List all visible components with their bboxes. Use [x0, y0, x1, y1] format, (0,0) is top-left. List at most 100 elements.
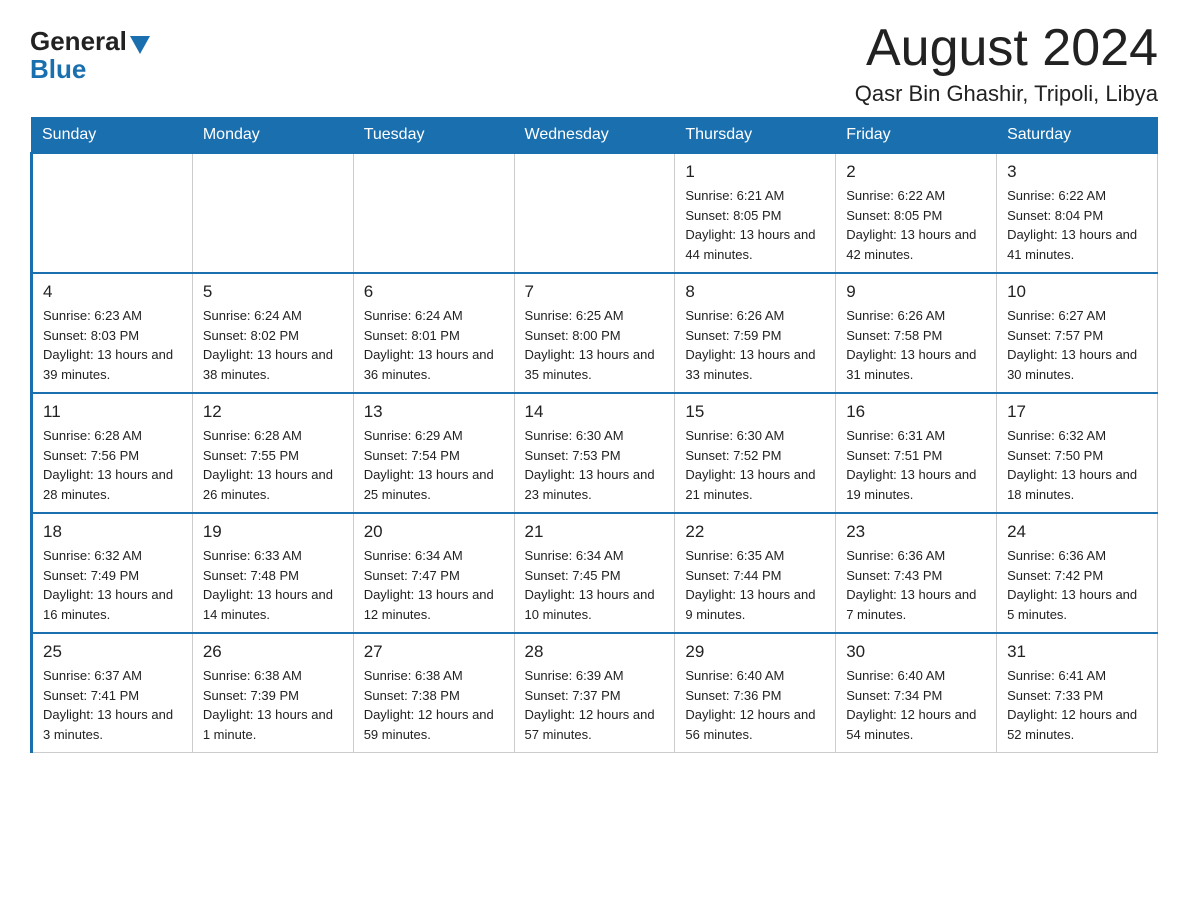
- day-info: Sunrise: 6:36 AMSunset: 7:43 PMDaylight:…: [846, 546, 986, 624]
- day-number: 16: [846, 402, 986, 422]
- calendar-day-6: 6Sunrise: 6:24 AMSunset: 8:01 PMDaylight…: [353, 273, 514, 393]
- day-number: 31: [1007, 642, 1147, 662]
- column-header-monday: Monday: [192, 118, 353, 154]
- calendar-table: SundayMondayTuesdayWednesdayThursdayFrid…: [30, 117, 1158, 753]
- day-number: 3: [1007, 162, 1147, 182]
- calendar-day-31: 31Sunrise: 6:41 AMSunset: 7:33 PMDayligh…: [997, 633, 1158, 753]
- day-number: 8: [685, 282, 825, 302]
- day-number: 1: [685, 162, 825, 182]
- calendar-day-17: 17 Sunrise: 6:32 AMSunset: 7:50 PMDayligh…: [997, 393, 1158, 513]
- day-info: Sunrise: 6:37 AMSunset: 7:41 PMDaylight:…: [43, 666, 182, 744]
- day-info: Sunrise: 6:24 AMSunset: 8:02 PMDaylight:…: [203, 306, 343, 384]
- calendar-week-row: 4 Sunrise: 6:23 AMSunset: 8:03 PMDaylight…: [32, 273, 1158, 393]
- column-header-wednesday: Wednesday: [514, 118, 675, 154]
- day-number: 21: [525, 522, 665, 542]
- calendar-day-14: 14Sunrise: 6:30 AMSunset: 7:53 PMDayligh…: [514, 393, 675, 513]
- day-info: Sunrise: 6:40 AMSunset: 7:36 PMDaylight:…: [685, 666, 825, 744]
- calendar-day-25: 25Sunrise: 6:37 AMSunset: 7:41 PMDayligh…: [32, 633, 193, 753]
- day-info: Sunrise: 6:26 AMSunset: 7:59 PMDaylight:…: [685, 306, 825, 384]
- calendar-day-18: 18 Sunrise: 6:32 AMSunset: 7:49 PMDayligh…: [32, 513, 193, 633]
- day-number: 12: [203, 402, 343, 422]
- day-info: Sunrise: 6:35 AMSunset: 7:44 PMDaylight:…: [685, 546, 825, 624]
- calendar-day-27: 27Sunrise: 6:38 AMSunset: 7:38 PMDayligh…: [353, 633, 514, 753]
- day-number: 15: [685, 402, 825, 422]
- calendar-day-1: 1 Sunrise: 6:21 AMSunset: 8:05 PMDaylight…: [675, 153, 836, 273]
- calendar-week-row: 1 Sunrise: 6:21 AMSunset: 8:05 PMDaylight…: [32, 153, 1158, 273]
- day-info: Sunrise: 6:31 AMSunset: 7:51 PMDaylight:…: [846, 426, 986, 504]
- day-info: Sunrise: 6:32 AMSunset: 7:49 PMDaylight:…: [43, 546, 182, 624]
- calendar-empty-cell: [32, 153, 193, 273]
- day-number: 6: [364, 282, 504, 302]
- calendar-header-row: SundayMondayTuesdayWednesdayThursdayFrid…: [32, 118, 1158, 154]
- day-number: 26: [203, 642, 343, 662]
- calendar-day-29: 29 Sunrise: 6:40 AMSunset: 7:36 PMDayligh…: [675, 633, 836, 753]
- day-info: Sunrise: 6:26 AMSunset: 7:58 PMDaylight:…: [846, 306, 986, 384]
- day-info: Sunrise: 6:40 AMSunset: 7:34 PMDaylight:…: [846, 666, 986, 744]
- calendar-day-3: 3Sunrise: 6:22 AMSunset: 8:04 PMDaylight…: [997, 153, 1158, 273]
- day-number: 14: [525, 402, 665, 422]
- day-number: 22: [685, 522, 825, 542]
- day-number: 10: [1007, 282, 1147, 302]
- day-info: Sunrise: 6:27 AMSunset: 7:57 PMDaylight:…: [1007, 306, 1147, 384]
- calendar-day-7: 7Sunrise: 6:25 AMSunset: 8:00 PMDaylight…: [514, 273, 675, 393]
- calendar-empty-cell: [353, 153, 514, 273]
- calendar-empty-cell: [514, 153, 675, 273]
- day-number: 20: [364, 522, 504, 542]
- day-number: 5: [203, 282, 343, 302]
- column-header-sunday: Sunday: [32, 118, 193, 154]
- day-info: Sunrise: 6:22 AMSunset: 8:05 PMDaylight:…: [846, 186, 986, 264]
- location-title: Qasr Bin Ghashir, Tripoli, Libya: [855, 81, 1158, 107]
- calendar-day-13: 13Sunrise: 6:29 AMSunset: 7:54 PMDayligh…: [353, 393, 514, 513]
- column-header-friday: Friday: [836, 118, 997, 154]
- calendar-empty-cell: [192, 153, 353, 273]
- calendar-day-28: 28Sunrise: 6:39 AMSunset: 7:37 PMDayligh…: [514, 633, 675, 753]
- page-header: General Blue August 2024 Qasr Bin Ghashi…: [30, 20, 1158, 107]
- calendar-day-4: 4 Sunrise: 6:23 AMSunset: 8:03 PMDaylight…: [32, 273, 193, 393]
- calendar-day-12: 12 Sunrise: 6:28 AMSunset: 7:55 PMDayligh…: [192, 393, 353, 513]
- day-info: Sunrise: 6:21 AMSunset: 8:05 PMDaylight:…: [685, 186, 825, 264]
- day-number: 7: [525, 282, 665, 302]
- logo-general: General: [30, 28, 127, 54]
- calendar-day-9: 9 Sunrise: 6:26 AMSunset: 7:58 PMDaylight…: [836, 273, 997, 393]
- day-number: 29: [685, 642, 825, 662]
- day-info: Sunrise: 6:30 AMSunset: 7:52 PMDaylight:…: [685, 426, 825, 504]
- calendar-week-row: 18 Sunrise: 6:32 AMSunset: 7:49 PMDayligh…: [32, 513, 1158, 633]
- day-info: Sunrise: 6:36 AMSunset: 7:42 PMDaylight:…: [1007, 546, 1147, 624]
- day-number: 9: [846, 282, 986, 302]
- logo-triangle-icon: [130, 36, 150, 54]
- day-number: 23: [846, 522, 986, 542]
- calendar-day-24: 24Sunrise: 6:36 AMSunset: 7:42 PMDayligh…: [997, 513, 1158, 633]
- calendar-day-23: 23 Sunrise: 6:36 AMSunset: 7:43 PMDayligh…: [836, 513, 997, 633]
- calendar-day-2: 2Sunrise: 6:22 AMSunset: 8:05 PMDaylight…: [836, 153, 997, 273]
- day-number: 17: [1007, 402, 1147, 422]
- day-info: Sunrise: 6:34 AMSunset: 7:45 PMDaylight:…: [525, 546, 665, 624]
- calendar-day-21: 21 Sunrise: 6:34 AMSunset: 7:45 PMDayligh…: [514, 513, 675, 633]
- day-number: 19: [203, 522, 343, 542]
- day-number: 28: [525, 642, 665, 662]
- logo-blue: Blue: [30, 54, 86, 84]
- title-section: August 2024 Qasr Bin Ghashir, Tripoli, L…: [855, 20, 1158, 107]
- day-number: 18: [43, 522, 182, 542]
- day-info: Sunrise: 6:38 AMSunset: 7:38 PMDaylight:…: [364, 666, 504, 744]
- column-header-thursday: Thursday: [675, 118, 836, 154]
- calendar-day-30: 30 Sunrise: 6:40 AMSunset: 7:34 PMDayligh…: [836, 633, 997, 753]
- day-info: Sunrise: 6:38 AMSunset: 7:39 PMDaylight:…: [203, 666, 343, 744]
- logo: General Blue: [30, 28, 150, 83]
- calendar-day-22: 22 Sunrise: 6:35 AMSunset: 7:44 PMDayligh…: [675, 513, 836, 633]
- day-number: 13: [364, 402, 504, 422]
- calendar-day-10: 10 Sunrise: 6:27 AMSunset: 7:57 PMDayligh…: [997, 273, 1158, 393]
- day-info: Sunrise: 6:32 AMSunset: 7:50 PMDaylight:…: [1007, 426, 1147, 504]
- calendar-week-row: 25Sunrise: 6:37 AMSunset: 7:41 PMDayligh…: [32, 633, 1158, 753]
- day-number: 30: [846, 642, 986, 662]
- day-info: Sunrise: 6:33 AMSunset: 7:48 PMDaylight:…: [203, 546, 343, 624]
- calendar-day-19: 19 Sunrise: 6:33 AMSunset: 7:48 PMDayligh…: [192, 513, 353, 633]
- day-number: 11: [43, 402, 182, 422]
- day-info: Sunrise: 6:23 AMSunset: 8:03 PMDaylight:…: [43, 306, 182, 384]
- calendar-week-row: 11 Sunrise: 6:28 AMSunset: 7:56 PMDayligh…: [32, 393, 1158, 513]
- day-info: Sunrise: 6:28 AMSunset: 7:55 PMDaylight:…: [203, 426, 343, 504]
- calendar-day-16: 16 Sunrise: 6:31 AMSunset: 7:51 PMDayligh…: [836, 393, 997, 513]
- column-header-saturday: Saturday: [997, 118, 1158, 154]
- day-number: 4: [43, 282, 182, 302]
- day-info: Sunrise: 6:28 AMSunset: 7:56 PMDaylight:…: [43, 426, 182, 504]
- calendar-day-26: 26 Sunrise: 6:38 AMSunset: 7:39 PMDayligh…: [192, 633, 353, 753]
